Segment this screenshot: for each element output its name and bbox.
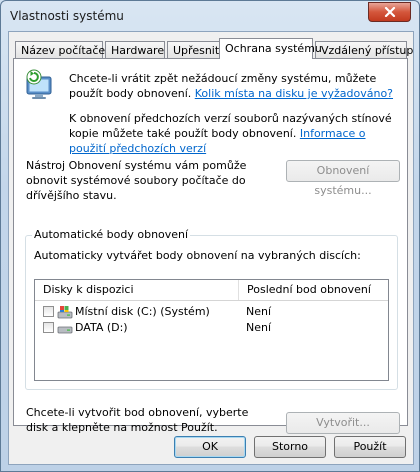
close-icon (384, 7, 395, 17)
dialog-client-area: Název počítače Hardware Upřesnit Ochrana… (8, 31, 414, 465)
disk-space-link[interactable]: Kolik místa na disku je vyžadováno? (195, 87, 393, 100)
disk-c-name: Místní disk (C:) (Systém) (75, 305, 210, 318)
automatic-restore-points-group: Automatické body obnovení Automaticky vy… (25, 228, 398, 390)
list-item[interactable]: Místní disk (C:) (Systém) Není (35, 304, 388, 320)
list-item[interactable]: DATA (D:) Není (35, 320, 388, 336)
system-protection-panel: Chcete-li vrátit zpět nežádoucí změny sy… (13, 58, 408, 434)
auto-description: Automaticky vytvářet body obnovení na vy… (34, 249, 361, 262)
system-drive-icon (57, 306, 73, 319)
drive-icon (57, 326, 73, 334)
tab-computer-name[interactable]: Název počítače (15, 41, 105, 58)
shadow-copies-paragraph: K obnovení předchozích verzí souborů naz… (69, 112, 392, 155)
window-title: Vlastnosti systému (10, 9, 124, 23)
tab-hardware[interactable]: Hardware (105, 41, 165, 58)
tab-system-protection[interactable]: Ochrana systému (219, 38, 322, 59)
tab-advanced[interactable]: Upřesnit (167, 41, 221, 58)
ok-button[interactable]: OK (174, 436, 246, 458)
disk-d-name: DATA (D:) (75, 321, 128, 334)
disk-d-checkbox[interactable] (43, 322, 54, 333)
disk-list[interactable]: Disky k dispozici Poslední bod obnovení (34, 279, 389, 381)
column-header-last-restore[interactable]: Poslední bod obnovení (239, 280, 388, 300)
close-button[interactable] (368, 2, 411, 22)
cancel-button[interactable]: Storno (254, 436, 326, 458)
disk-c-status: Není (246, 305, 272, 318)
system-restore-icon (26, 69, 52, 99)
column-header-disks[interactable]: Disky k dispozici (35, 280, 238, 300)
intro-paragraph: Chcete-li vrátit zpět nežádoucí změny sy… (69, 72, 394, 100)
group-label: Automatické body obnovení (32, 228, 191, 241)
apply-button[interactable]: Použít (334, 436, 406, 458)
disk-d-status: Není (246, 321, 272, 334)
system-properties-window: Vlastnosti systému Název počítače Hardwa… (0, 0, 420, 472)
disk-c-checkbox[interactable] (43, 306, 54, 317)
title-bar[interactable]: Vlastnosti systému (1, 1, 419, 31)
create-restore-point-button[interactable]: Vytvořit... (286, 412, 400, 434)
create-description: Chcete-li vytvořit bod obnovení, vyberte… (26, 406, 249, 434)
system-restore-button[interactable]: Obnovení systému... (286, 160, 400, 197)
restore-description: Nástroj Obnovení systému vám pomůže obno… (26, 159, 247, 202)
tab-remote-access[interactable]: Vzdálený přístup (315, 41, 413, 58)
list-header: Disky k dispozici Poslední bod obnovení (35, 280, 388, 301)
